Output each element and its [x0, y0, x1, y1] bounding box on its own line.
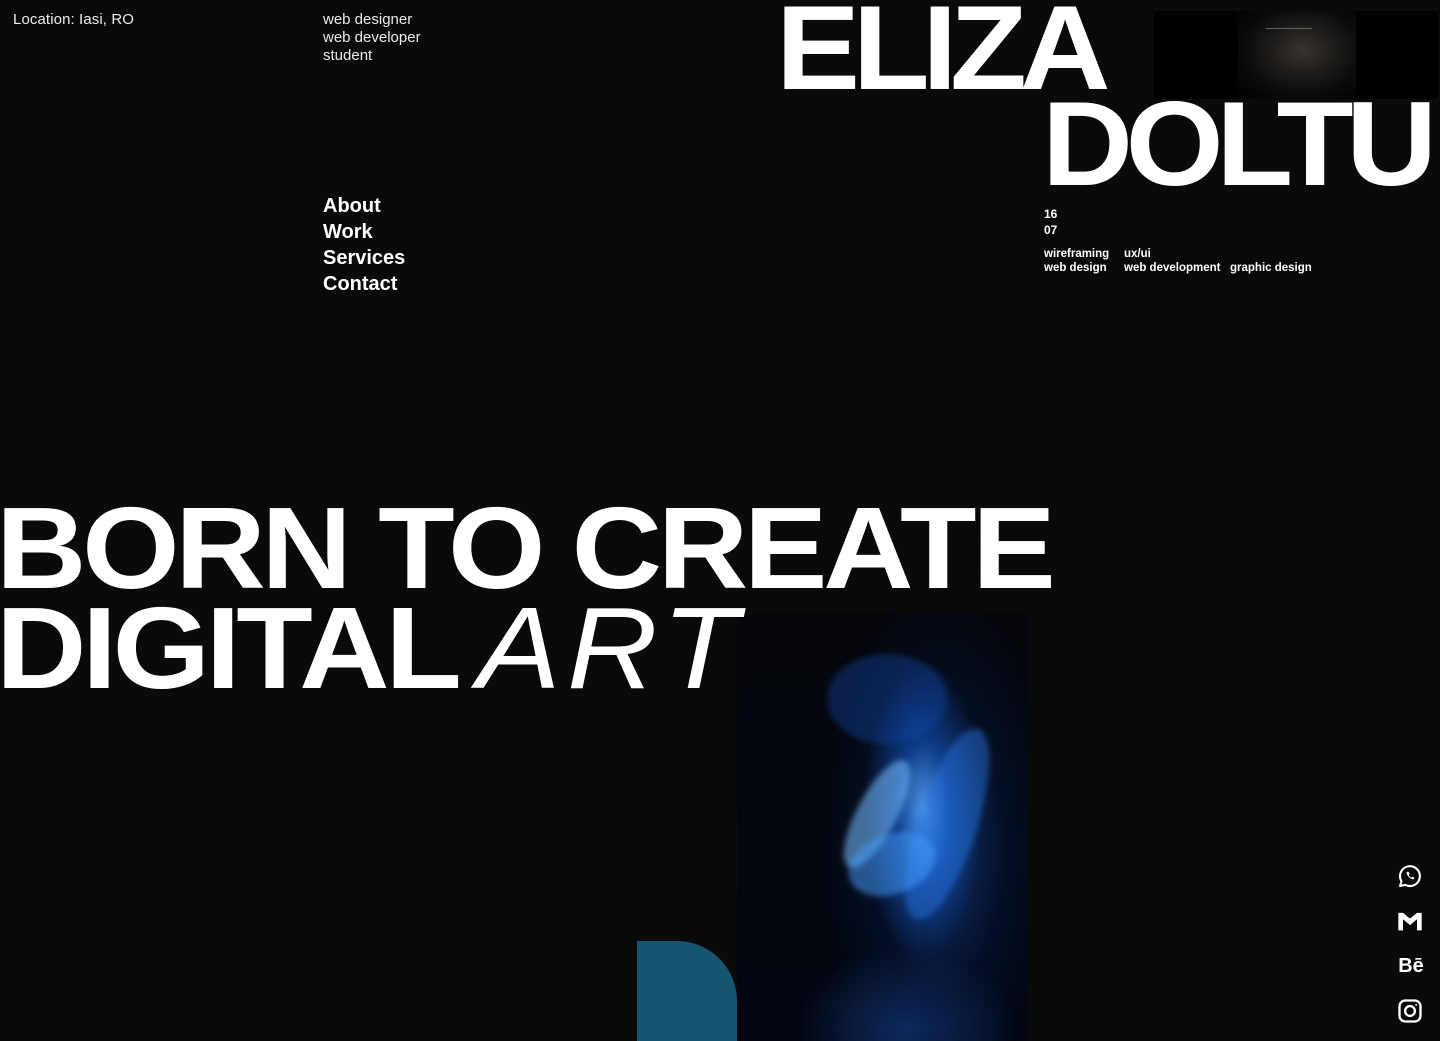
- last-name-heading: DOLTU: [1042, 77, 1437, 211]
- location-label: Location: Iasi, RO: [13, 11, 135, 28]
- instagram-link[interactable]: [1396, 997, 1426, 1027]
- portrait-glasses: [1266, 28, 1312, 32]
- role-item: web designer: [323, 11, 413, 28]
- nav-link-about[interactable]: About: [323, 193, 405, 219]
- role-item: student: [323, 47, 373, 64]
- roles-list: web designer web developer student: [323, 11, 421, 65]
- gmail-icon: [1398, 912, 1422, 931]
- date-block: 16 07: [1044, 206, 1057, 238]
- portfolio-page: Location: Iasi, RO web designer web deve…: [0, 0, 1440, 1041]
- light-streak: [887, 719, 1007, 929]
- skill-item: graphic design: [1230, 262, 1312, 274]
- nav-link-services[interactable]: Services: [323, 245, 405, 271]
- nav-link-work[interactable]: Work: [323, 219, 405, 245]
- nav-link-contact[interactable]: Contact: [323, 271, 405, 297]
- social-links: Bē: [1396, 862, 1426, 1041]
- hero-headline: BORN TO CREATE DIGITAL ART: [0, 490, 1056, 706]
- main-nav: About Work Services Contact: [323, 193, 405, 297]
- hero-bold-word: DIGITAL: [0, 583, 462, 713]
- role-item: web developer: [323, 29, 421, 46]
- skill-item: web development: [1124, 262, 1221, 274]
- accent-shape: [637, 941, 737, 1041]
- skill-item: wireframing: [1044, 248, 1110, 260]
- behance-link[interactable]: Bē: [1396, 952, 1426, 982]
- hero-light-word: ART: [476, 583, 745, 713]
- date-month: 07: [1044, 223, 1058, 237]
- hero-line-2: DIGITAL ART: [0, 590, 1051, 706]
- skill-item: web design: [1044, 262, 1107, 274]
- behance-icon: Bē: [1398, 955, 1424, 977]
- skill-item: ux/ui: [1124, 248, 1151, 260]
- gmail-link[interactable]: [1396, 907, 1426, 937]
- date-day: 16: [1044, 207, 1058, 221]
- whatsapp-icon: [1398, 865, 1421, 888]
- instagram-icon: [1398, 999, 1422, 1023]
- whatsapp-link[interactable]: [1396, 862, 1426, 892]
